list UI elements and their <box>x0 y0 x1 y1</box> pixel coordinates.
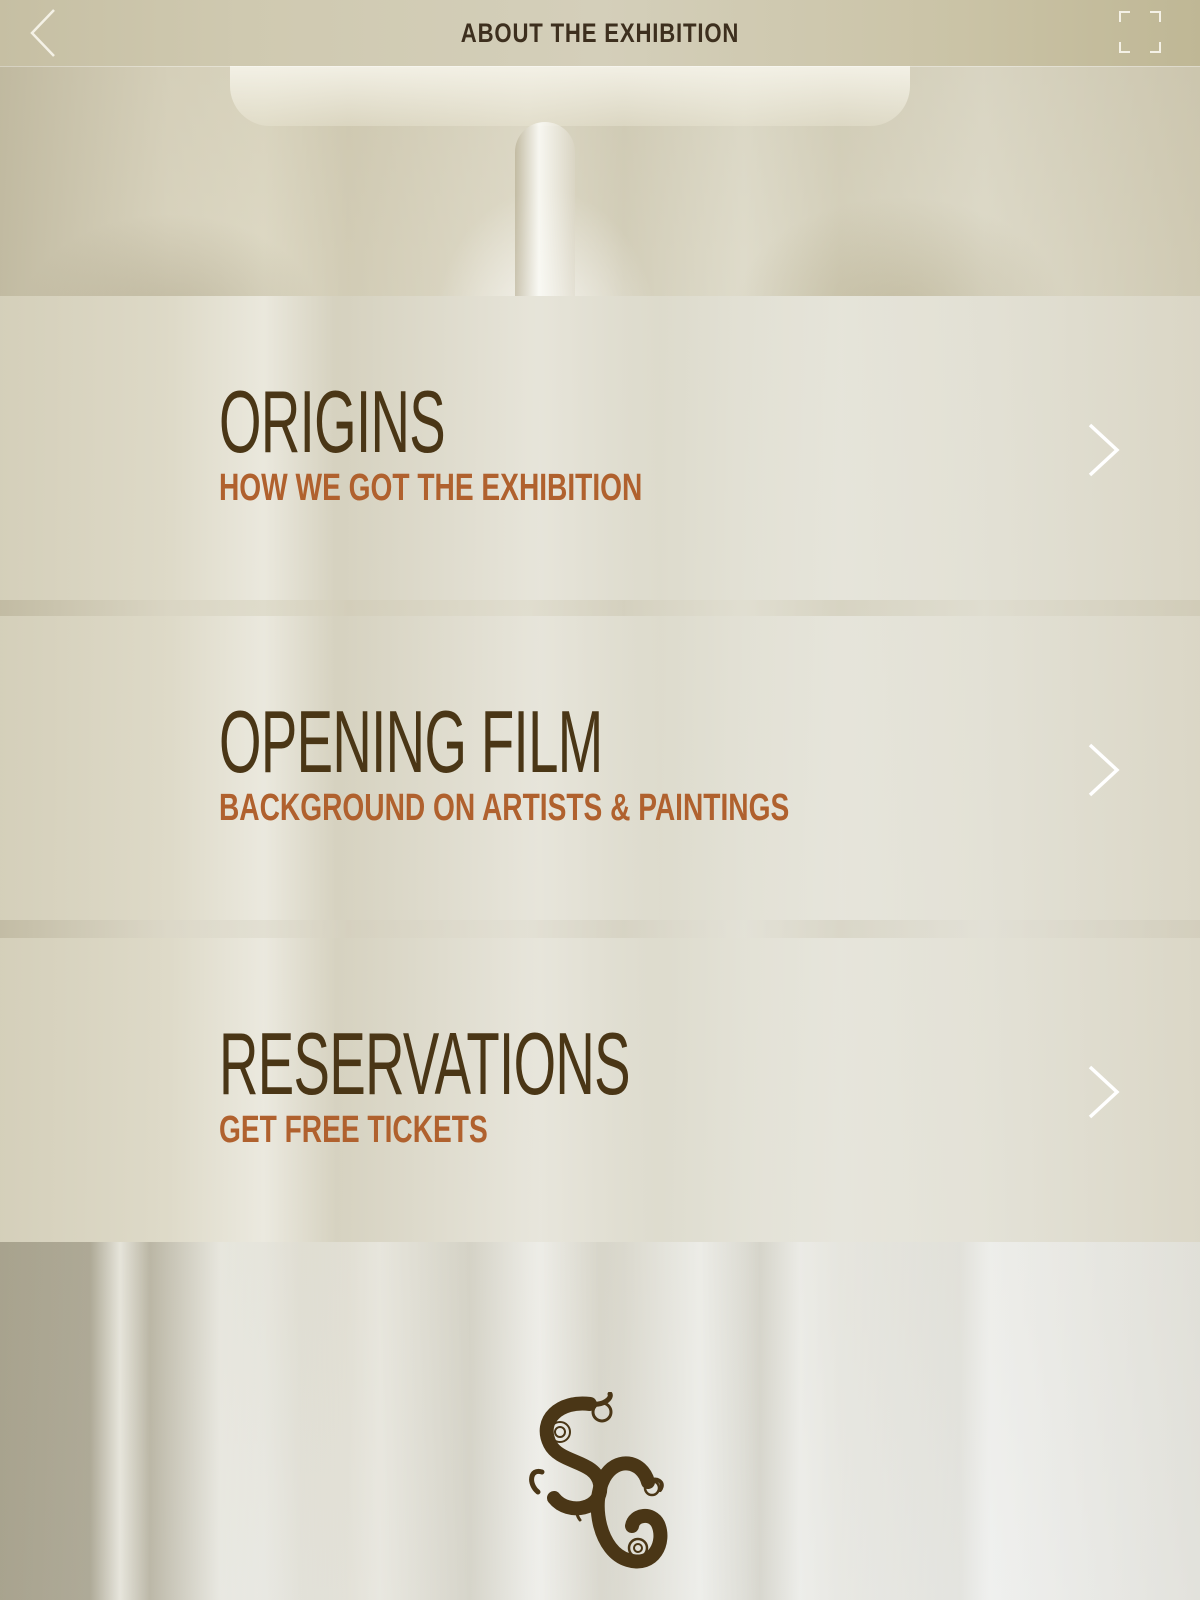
menu-item-reservations[interactable]: RESERVATIONS GET FREE TICKETS <box>0 938 1200 1242</box>
chevron-right-icon <box>1088 423 1120 477</box>
back-button[interactable] <box>26 8 66 58</box>
monogram-logo <box>520 1391 676 1570</box>
chevron-right-icon <box>1088 743 1120 797</box>
menu-item-title: RESERVATIONS <box>219 1014 631 1113</box>
menu-item-subtitle: BACKGROUND ON ARTISTS & PAINTINGS <box>219 787 790 829</box>
chevron-right-icon <box>1088 1065 1120 1119</box>
menu-item-title: OPENING FILM <box>219 692 603 791</box>
header-bar: ABOUT THE EXHIBITION <box>0 0 1200 66</box>
fullscreen-icon <box>1119 11 1161 53</box>
background-column-capital <box>0 66 1200 296</box>
menu-item-origins[interactable]: ORIGINS HOW WE GOT THE EXHIBITION <box>0 296 1200 600</box>
menu-item-subtitle: GET FREE TICKETS <box>219 1109 488 1151</box>
fullscreen-button[interactable] <box>1118 10 1162 54</box>
menu-item-opening-film[interactable]: OPENING FILM BACKGROUND ON ARTISTS & PAI… <box>0 616 1200 920</box>
menu-item-subtitle: HOW WE GOT THE EXHIBITION <box>219 467 643 509</box>
chevron-left-icon <box>30 9 55 57</box>
page-title: ABOUT THE EXHIBITION <box>460 18 740 48</box>
menu-item-title: ORIGINS <box>219 372 446 471</box>
